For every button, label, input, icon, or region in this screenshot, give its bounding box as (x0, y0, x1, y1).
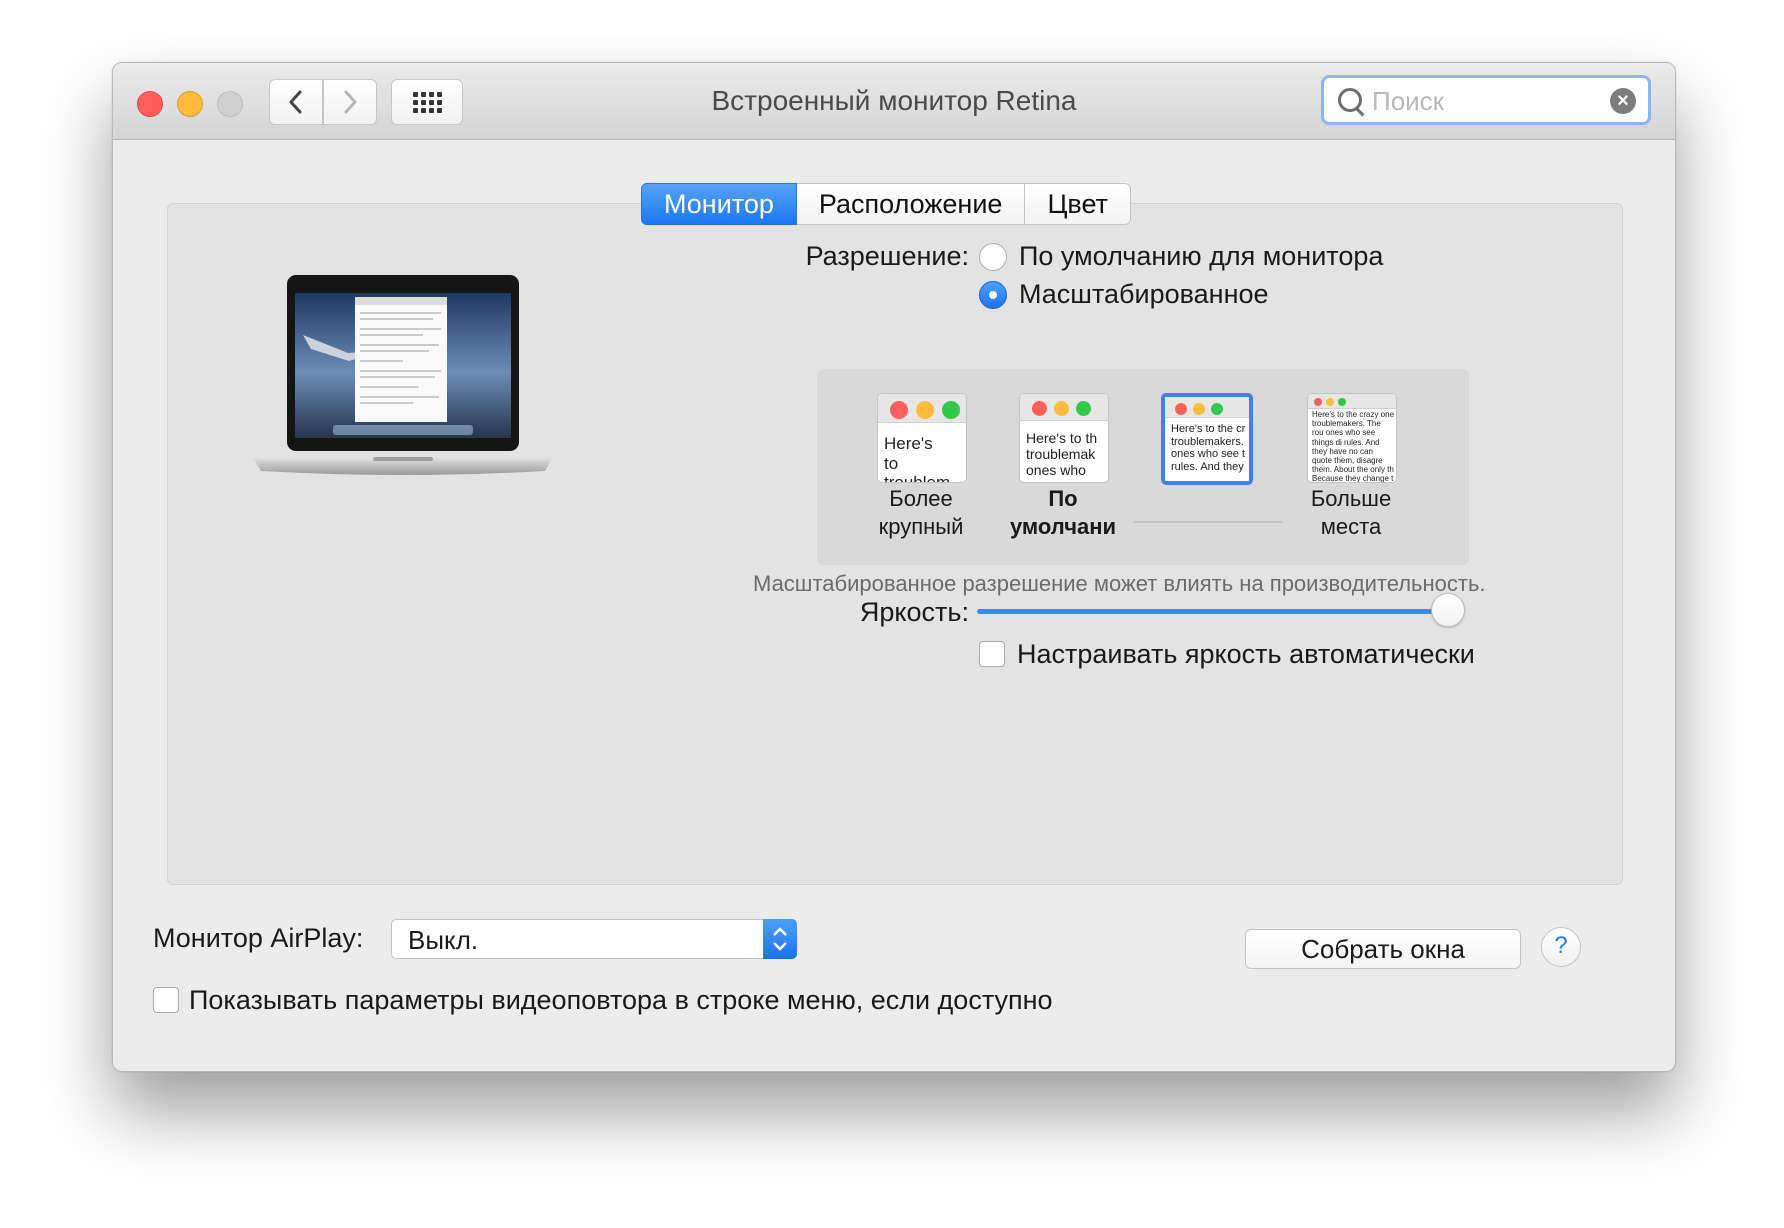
airplay-label: Монитор AirPlay: (153, 923, 364, 953)
scale-option-larger-line2: крупный (878, 514, 964, 539)
scaled-options-box: Here's to troublem Более крупный Here's … (817, 369, 1469, 565)
tab-bar: Монитор Расположение Цвет (641, 183, 1131, 225)
scale-option-more-space-line2: места (1320, 514, 1382, 539)
scale-divider (1133, 521, 1283, 523)
scale-preview-default: Here's to th troublemak ones who (1019, 393, 1109, 483)
tab-arrangement[interactable]: Расположение (796, 183, 1026, 225)
resolution-default-label[interactable]: По умолчанию для монитора (1019, 241, 1383, 272)
scale-option-more-space[interactable]: Here's to the crazy one troublemakers. T… (1307, 393, 1417, 539)
scale-option-default-line2: умолчани (1009, 514, 1117, 539)
resolution-label: Разрешение: (805, 241, 969, 271)
search-placeholder: Поиск (1372, 86, 1445, 116)
scale-preview-selected: Here's to the cr troublemakers. ones who… (1161, 393, 1253, 485)
auto-brightness-label[interactable]: Настраивать яркость автоматически (1017, 639, 1475, 670)
clear-search-icon[interactable]: × (1610, 88, 1636, 114)
resolution-scaled-radio[interactable] (979, 281, 1007, 309)
brightness-slider-knob[interactable] (1431, 593, 1465, 627)
help-button[interactable]: ? (1541, 927, 1581, 967)
tab-color[interactable]: Цвет (1025, 183, 1131, 225)
scale-option-default[interactable]: Here's to th troublemak ones who По умол… (1010, 393, 1129, 539)
brightness-slider-track[interactable] (977, 609, 1455, 614)
title-bar: Встроенный монитор Retina Поиск × (113, 63, 1675, 140)
scaled-resolution-note: Масштабированное разрешение может влиять… (753, 571, 1486, 596)
scale-option-more-space-line1: Больше (1310, 486, 1392, 511)
scale-option-selected[interactable]: Here's to the cr troublemakers. ones who… (1161, 393, 1271, 485)
airplay-select[interactable]: Выкл. (391, 919, 797, 959)
tab-monitor[interactable]: Монитор (641, 183, 797, 225)
scale-preview-larger: Here's to troublem (877, 393, 967, 483)
airplay-select-value: Выкл. (408, 925, 479, 955)
search-field[interactable]: Поиск × (1321, 75, 1651, 125)
scale-preview-more-space: Here's to the crazy one troublemakers. T… (1307, 393, 1397, 483)
auto-brightness-checkbox[interactable] (979, 641, 1005, 667)
mirror-options-checkbox[interactable] (153, 987, 179, 1013)
mirror-options-label[interactable]: Показывать параметры видеоповтора в стро… (189, 985, 1053, 1016)
laptop-image (253, 275, 553, 475)
scale-option-default-line1: По (1048, 486, 1078, 511)
resolution-default-radio[interactable] (979, 243, 1007, 271)
scale-option-larger-line1: Более (889, 486, 953, 511)
scale-option-larger[interactable]: Here's to troublem Более крупный (877, 393, 987, 539)
preferences-window: Встроенный монитор Retina Поиск × Монито… (112, 62, 1676, 1072)
search-icon (1338, 88, 1362, 112)
gather-windows-button[interactable]: Собрать окна (1245, 929, 1521, 969)
resolution-scaled-label[interactable]: Масштабированное (1019, 279, 1269, 310)
select-arrows-icon (763, 919, 797, 959)
brightness-label: Яркость: (859, 597, 969, 627)
